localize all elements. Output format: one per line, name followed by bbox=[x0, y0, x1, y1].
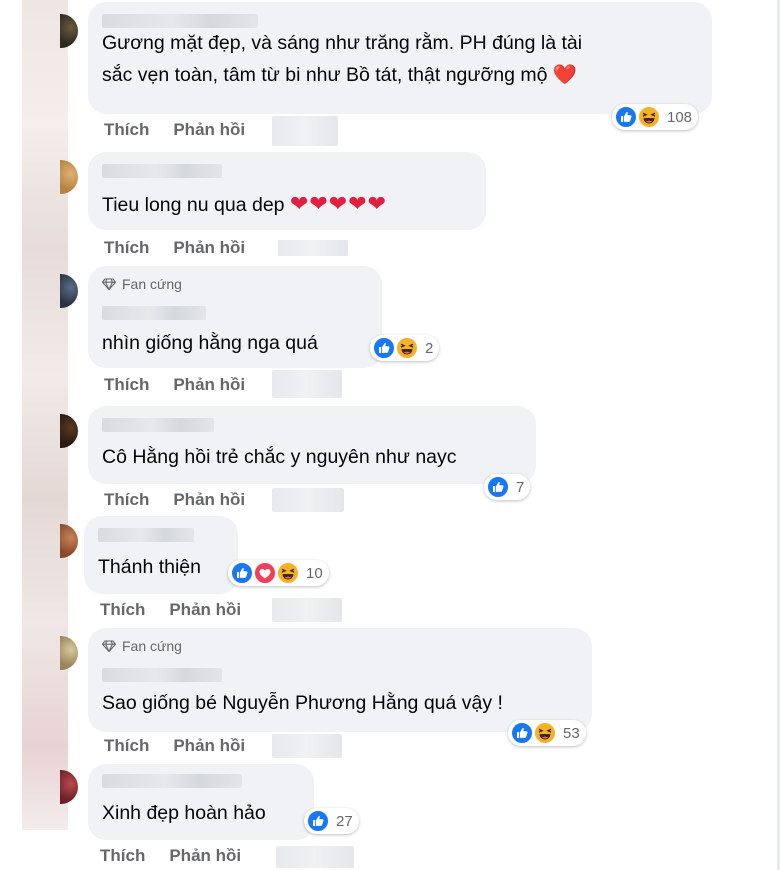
comment-bubble: Xinh đẹp hoàn hảo bbox=[88, 764, 314, 840]
reaction-summary[interactable]: 10 bbox=[228, 560, 329, 586]
avatar[interactable] bbox=[60, 636, 78, 670]
author-name-redacted[interactable] bbox=[98, 528, 194, 542]
avatar[interactable] bbox=[60, 160, 78, 194]
comment-actions: Thích Phản hồi bbox=[100, 600, 241, 620]
reply-button[interactable]: Phản hồi bbox=[169, 846, 241, 866]
timestamp-redacted bbox=[272, 116, 338, 146]
reply-button[interactable]: Phản hồi bbox=[173, 238, 245, 258]
like-icon bbox=[373, 337, 395, 359]
comment-bubble: Cô Hằng hồi trẻ chắc y nguyên như nayc bbox=[88, 406, 536, 484]
fan-badge: Fan cứng bbox=[102, 638, 182, 654]
comment-text-line: Gương mặt đẹp, và sáng như trăng rằm. PH… bbox=[102, 32, 583, 54]
like-button[interactable]: Thích bbox=[100, 846, 145, 866]
haha-icon bbox=[534, 722, 556, 744]
comment-text: Sao giống bé Nguyễn Phương Hằng quá vậy … bbox=[102, 692, 503, 714]
haha-icon bbox=[396, 337, 418, 359]
author-name-redacted[interactable] bbox=[102, 164, 222, 178]
avatar[interactable] bbox=[60, 14, 78, 48]
reply-button[interactable]: Phản hồi bbox=[173, 120, 245, 140]
reply-button[interactable]: Phản hồi bbox=[173, 736, 245, 756]
like-icon bbox=[487, 476, 509, 498]
reaction-count: 7 bbox=[516, 478, 525, 496]
comment-text: Xinh đẹp hoàn hảo bbox=[102, 802, 266, 824]
author-name-redacted[interactable] bbox=[102, 668, 222, 682]
timestamp-redacted bbox=[272, 734, 342, 758]
author-name-redacted[interactable] bbox=[102, 14, 258, 28]
comment-text: nhìn giống hằng nga quá bbox=[102, 332, 318, 354]
like-button[interactable]: Thích bbox=[104, 375, 149, 395]
love-icon bbox=[254, 562, 276, 584]
comment-bubble: Fan cứng nhìn giống hằng nga quá bbox=[88, 266, 382, 368]
reply-button[interactable]: Phản hồi bbox=[173, 490, 245, 510]
diamond-icon bbox=[102, 639, 116, 653]
reaction-count: 2 bbox=[425, 339, 434, 357]
reply-button[interactable]: Phản hồi bbox=[169, 600, 241, 620]
reaction-count: 27 bbox=[336, 812, 353, 830]
timestamp-redacted bbox=[278, 240, 348, 256]
comment-actions: Thích Phản hồi bbox=[104, 736, 245, 756]
fan-badge-label: Fan cứng bbox=[122, 276, 182, 292]
comment-text-content: Tieu long nu qua dep bbox=[102, 194, 285, 216]
comment-bubble: Gương mặt đẹp, và sáng như trăng rằm. PH… bbox=[88, 2, 712, 114]
comment-actions: Thích Phản hồi bbox=[100, 846, 241, 866]
like-icon bbox=[231, 562, 253, 584]
like-icon bbox=[307, 810, 329, 832]
comment-bubble: Tieu long nu qua dep ❤❤❤❤❤ bbox=[88, 152, 486, 230]
comment-text-line: sắc vẹn toàn, tâm từ bi như Bồ tát, thật… bbox=[102, 64, 578, 86]
comment-actions: Thích Phản hồi bbox=[104, 490, 245, 510]
fan-badge-label: Fan cứng bbox=[122, 638, 182, 654]
comment-bubble: Thánh thiện bbox=[84, 516, 238, 594]
like-icon bbox=[615, 106, 637, 128]
comment-text: Cô Hằng hồi trẻ chắc y nguyên như nayc bbox=[102, 446, 457, 468]
avatar[interactable] bbox=[60, 274, 78, 308]
diamond-icon bbox=[102, 277, 116, 291]
reaction-count: 10 bbox=[306, 564, 323, 582]
author-name-redacted[interactable] bbox=[102, 418, 214, 432]
reaction-summary[interactable]: 7 bbox=[484, 474, 531, 500]
reaction-summary[interactable]: 2 bbox=[370, 335, 440, 361]
author-name-redacted[interactable] bbox=[102, 306, 206, 320]
avatar[interactable] bbox=[60, 770, 78, 804]
like-button[interactable]: Thích bbox=[104, 238, 149, 258]
timestamp-redacted bbox=[276, 846, 354, 868]
reaction-summary[interactable]: 27 bbox=[304, 808, 359, 834]
reaction-count: 53 bbox=[563, 724, 580, 742]
timestamp-redacted bbox=[272, 370, 342, 398]
reaction-summary[interactable]: 108 bbox=[612, 104, 699, 130]
like-button[interactable]: Thích bbox=[100, 600, 145, 620]
like-button[interactable]: Thích bbox=[104, 736, 149, 756]
comment-text: Tieu long nu qua dep ❤❤❤❤❤ bbox=[102, 190, 387, 219]
comment-text: Thánh thiện bbox=[98, 556, 201, 578]
like-icon bbox=[511, 722, 533, 744]
like-button[interactable]: Thích bbox=[104, 120, 149, 140]
timestamp-redacted bbox=[272, 598, 342, 622]
comment-bubble: Fan cứng Sao giống bé Nguyễn Phương Hằng… bbox=[88, 628, 592, 732]
reaction-summary[interactable]: 53 bbox=[508, 720, 586, 746]
timestamp-redacted bbox=[272, 488, 344, 512]
reaction-count: 108 bbox=[667, 108, 693, 126]
comment-actions: Thích Phản hồi bbox=[104, 120, 245, 140]
fan-badge: Fan cứng bbox=[102, 276, 182, 292]
haha-icon bbox=[277, 562, 299, 584]
avatar[interactable] bbox=[60, 414, 78, 448]
like-button[interactable]: Thích bbox=[104, 490, 149, 510]
comment-actions: Thích Phản hồi bbox=[104, 375, 245, 395]
comment-actions: Thích Phản hồi bbox=[104, 238, 245, 258]
reply-button[interactable]: Phản hồi bbox=[173, 375, 245, 395]
avatar[interactable] bbox=[60, 524, 78, 558]
comment: Xinh đẹp hoàn hảo 27 Thích Phản hồi bbox=[0, 0, 780, 868]
heart-emojis: ❤❤❤❤❤ bbox=[289, 191, 388, 216]
haha-icon bbox=[638, 106, 660, 128]
author-name-redacted[interactable] bbox=[102, 774, 242, 788]
